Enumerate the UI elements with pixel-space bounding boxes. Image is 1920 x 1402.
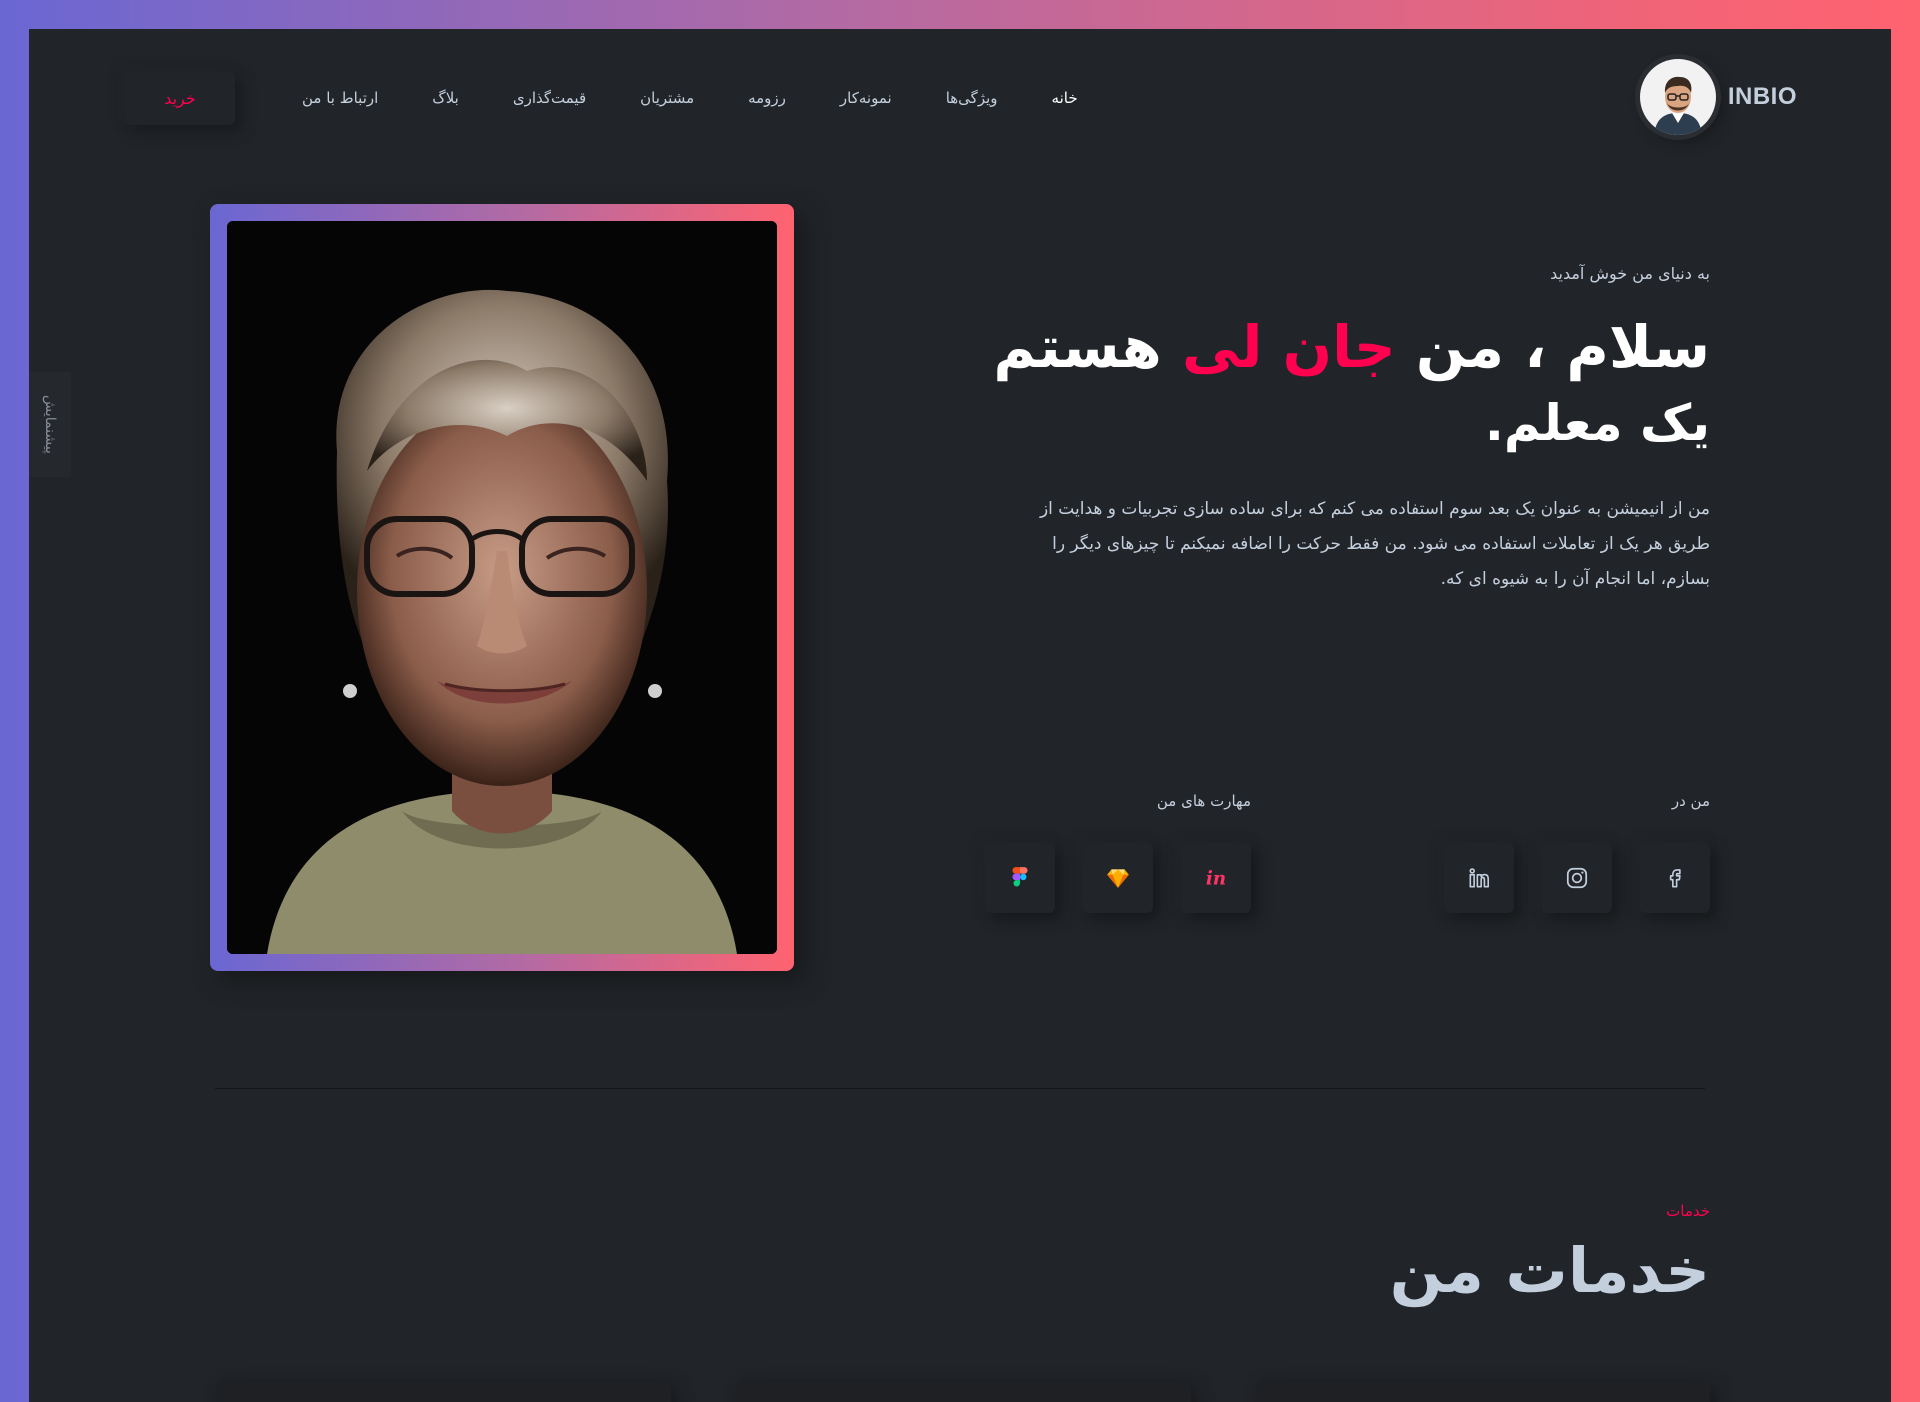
services-kicker: خدمات [1666, 1202, 1710, 1220]
portrait-frame [210, 204, 794, 971]
greeting-prefix: سلام ، من [1415, 313, 1710, 381]
linkedin-icon [1469, 868, 1490, 888]
hero-name: جان لی [1181, 313, 1396, 381]
nav-item-home[interactable]: خانه [1025, 89, 1105, 107]
nav-item-pricing[interactable]: قیمت‌گذاری [486, 89, 613, 107]
brand[interactable]: INBIO [1639, 59, 1797, 135]
sketch-skill[interactable] [1083, 843, 1153, 913]
nav-item-portfolio[interactable]: نمونه‌کار [813, 89, 919, 107]
preview-side-tab[interactable]: پیشنمایش [29, 372, 71, 477]
welcome-text: به دنیای من خوش آمدید [1550, 264, 1710, 283]
nav-item-contact[interactable]: ارتباط با من [275, 89, 405, 107]
figma-icon [1012, 867, 1028, 887]
linkedin-link[interactable] [1444, 843, 1514, 913]
service-card[interactable] [216, 1380, 671, 1402]
avatar [1639, 59, 1716, 135]
nav-item-blog[interactable]: بلاگ [405, 89, 486, 107]
instagram-icon [1566, 867, 1588, 889]
hero-description: من از انیمیشن به عنوان یک بعد سوم استفاد… [1039, 498, 1710, 589]
buy-button[interactable]: خرید [125, 71, 235, 125]
service-card[interactable] [1255, 1380, 1710, 1402]
instagram-link[interactable] [1542, 843, 1612, 913]
social-links [1444, 843, 1710, 913]
skills-title: مهارت های من [1156, 792, 1251, 810]
hero-headline: سلام ، من جان لی هستم [950, 311, 1710, 384]
services-title: خدمات من [1389, 1234, 1710, 1307]
facebook-link[interactable] [1640, 843, 1710, 913]
figma-skill[interactable] [985, 843, 1055, 913]
main-nav: خرید خانه ویژگی‌ها نمونه‌کار رزومه مشتری… [125, 71, 1105, 125]
nav-item-clients[interactable]: مشتریان [613, 89, 721, 107]
hero-section: به دنیای من خوش آمدید سلام ، من جان لی ه… [950, 264, 1710, 597]
invision-skill[interactable]: in [1181, 843, 1251, 913]
portrait-photo [227, 221, 777, 954]
preview-side-tab-label: پیشنمایش [42, 395, 58, 454]
nav-links: خانه ویژگی‌ها نمونه‌کار رزومه مشتریان قی… [275, 89, 1105, 107]
greeting-suffix: هستم [993, 313, 1162, 381]
facebook-icon [1669, 869, 1681, 888]
section-divider [215, 1088, 1705, 1089]
nav-item-features[interactable]: ویژگی‌ها [919, 89, 1025, 107]
brand-name: INBIO [1727, 83, 1797, 110]
svg-text:in: in [1206, 869, 1226, 890]
service-card[interactable] [736, 1380, 1191, 1402]
page-frame: INBIO خرید خانه ویژگی‌ها نمونه‌کار رزومه… [29, 29, 1891, 1402]
sketch-icon [1107, 869, 1129, 888]
nav-item-resume[interactable]: رزومه [721, 89, 813, 107]
socials-title: من در [1671, 792, 1710, 810]
skills-list: in [985, 843, 1251, 913]
invision-icon: in [1206, 869, 1226, 890]
hero-role: یک معلم. [1484, 393, 1710, 452]
